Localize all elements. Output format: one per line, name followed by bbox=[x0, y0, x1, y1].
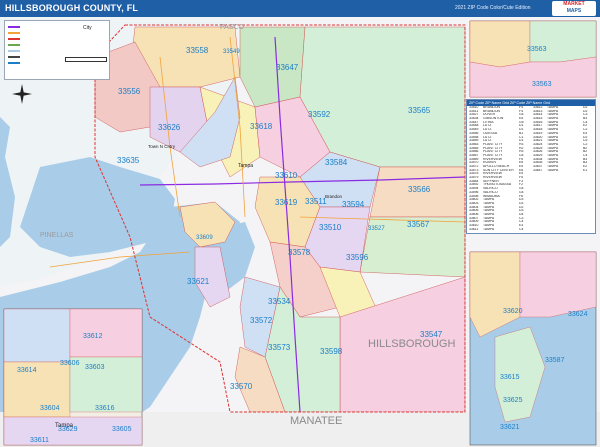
zip-label: 33556 bbox=[118, 87, 141, 96]
logo-line-2: MAPS bbox=[566, 8, 582, 14]
inset-zip-area bbox=[69, 308, 143, 358]
zip-label: 33635 bbox=[117, 156, 140, 165]
zip-code-index-table: ZIP Code ZIP Name Grid ZIP Code ZIP Name… bbox=[466, 99, 596, 234]
highway-swatch bbox=[8, 32, 20, 34]
zip-label: 33629 bbox=[58, 426, 78, 433]
legend-row bbox=[8, 37, 22, 41]
edition-label: 2021 ZIP Code Color/Cute Edition bbox=[455, 5, 531, 11]
zip-code-cell: 33647 bbox=[533, 168, 543, 172]
railroad-swatch bbox=[8, 56, 20, 58]
publisher-logo: MARKET MAPS bbox=[552, 1, 596, 16]
zip-label: 33620 bbox=[503, 308, 523, 315]
zip-label: 33592 bbox=[308, 110, 331, 119]
zip-label: 33558 bbox=[186, 46, 209, 55]
inset-zip-area bbox=[69, 356, 143, 413]
zip-label: 33572 bbox=[250, 316, 273, 325]
logo-line-1: MARKET bbox=[563, 1, 585, 7]
zip-label: 33604 bbox=[40, 405, 60, 412]
inset-zip-area bbox=[3, 308, 71, 363]
zip-label: 33621 bbox=[500, 424, 520, 431]
scale-bar bbox=[65, 57, 107, 62]
map-legend: City bbox=[4, 20, 110, 80]
zip-label: 33587 bbox=[545, 357, 565, 364]
zip-label: 33610 bbox=[275, 171, 298, 180]
zip-label: 33619 bbox=[275, 198, 298, 207]
zip-label: 33511 bbox=[305, 197, 327, 206]
zip-table-row: 33611 TAMPA C4 bbox=[469, 228, 533, 232]
legend-row bbox=[8, 61, 22, 65]
county-label-manatee: MANATEE bbox=[290, 415, 342, 427]
zip-label: 33565 bbox=[408, 106, 431, 115]
zip-label: 33584 bbox=[325, 158, 348, 167]
zip-table-left-column: 33510 BRANDON F4 33511 BRANDON F4 33527 DOVER G4… bbox=[469, 106, 533, 233]
zip-label: 33534 bbox=[268, 297, 291, 306]
inset-zip-area bbox=[3, 361, 71, 418]
zip-label: 33611 bbox=[30, 437, 49, 444]
zip-label: 33618 bbox=[250, 122, 273, 131]
zip-label: 33570 bbox=[230, 382, 253, 391]
legend-row bbox=[8, 43, 22, 47]
zip-table-right-column: 33612 TAMPA D2 33613 TAMPA D2 33614 TAMPA C3 3361… bbox=[533, 106, 595, 233]
zip-label: 33616 bbox=[95, 405, 115, 412]
inset-zip-area bbox=[469, 20, 531, 68]
inset-zip-area bbox=[519, 251, 597, 318]
park-swatch bbox=[8, 44, 20, 46]
zip-label: 33647 bbox=[276, 63, 299, 72]
county-label-pasco: PASCO bbox=[220, 24, 245, 31]
zip-label: 33621 bbox=[187, 277, 210, 286]
county-label-pinellas: PINELLAS bbox=[40, 232, 74, 239]
legend-city-key: City bbox=[83, 25, 92, 31]
zip-label: 33603 bbox=[85, 364, 105, 371]
legend-row bbox=[8, 25, 22, 29]
zip-label: 33567 bbox=[407, 220, 430, 229]
zip-label: 33566 bbox=[408, 185, 431, 194]
zip-label: 33625 bbox=[503, 397, 523, 404]
zip-label: 33594 bbox=[342, 200, 365, 209]
compass-rose-icon bbox=[12, 84, 32, 104]
county-line-swatch bbox=[8, 38, 20, 40]
zip-label: 33578 bbox=[288, 248, 311, 257]
zip-label: 33624 bbox=[568, 311, 588, 318]
city-label-town-n-country: Town N Cntry bbox=[148, 144, 176, 149]
legend-row bbox=[8, 55, 22, 59]
zip-label: 33527 bbox=[368, 226, 385, 232]
zip-label: 33563 bbox=[527, 46, 547, 53]
grid-cell: C4 bbox=[519, 227, 524, 231]
legend-row bbox=[8, 31, 22, 35]
county-label-hillsborough: HILLSBOROUGH bbox=[368, 338, 455, 350]
interstate-swatch bbox=[8, 26, 20, 28]
zip-label: 33563 bbox=[532, 81, 552, 88]
map-title: HILLSBOROUGH COUNTY, FL bbox=[5, 3, 139, 13]
zip-boundary-swatch bbox=[8, 62, 20, 64]
title-bar: HILLSBOROUGH COUNTY, FL 2021 ZIP Code Co… bbox=[0, 0, 600, 17]
legend-row bbox=[8, 49, 22, 53]
zip-label: 33615 bbox=[500, 374, 520, 381]
zip-label: 33598 bbox=[320, 347, 343, 356]
zip-label: 33596 bbox=[346, 253, 369, 262]
zip-label: 33549 bbox=[223, 49, 240, 55]
zip-label: 33510 bbox=[319, 223, 342, 232]
zip-label: 33626 bbox=[158, 123, 181, 132]
zip-name-cell: TAMPA bbox=[547, 168, 559, 172]
zip-label: 33606 bbox=[60, 360, 80, 367]
zip-code-cell: 33611 bbox=[469, 227, 479, 231]
water-swatch bbox=[8, 50, 20, 52]
zip-label: 33612 bbox=[83, 333, 103, 340]
zip-label: 33614 bbox=[17, 367, 37, 374]
city-label-brandon: Brandon bbox=[325, 194, 343, 199]
zip-label: 33547 bbox=[420, 330, 443, 339]
city-label-tampa: Tampa bbox=[238, 163, 253, 169]
zip-table-row: 33647 TAMPA E1 bbox=[533, 168, 595, 173]
zip-name-cell: TAMPA bbox=[483, 227, 495, 231]
inset-map-south-tampa[interactable] bbox=[469, 251, 597, 446]
zip-label: 33609 bbox=[196, 235, 213, 241]
grid-cell: E1 bbox=[583, 168, 588, 172]
zip-label: 33573 bbox=[268, 343, 291, 352]
inset-zip-area bbox=[529, 20, 597, 63]
zip-label: 33605 bbox=[112, 426, 132, 433]
